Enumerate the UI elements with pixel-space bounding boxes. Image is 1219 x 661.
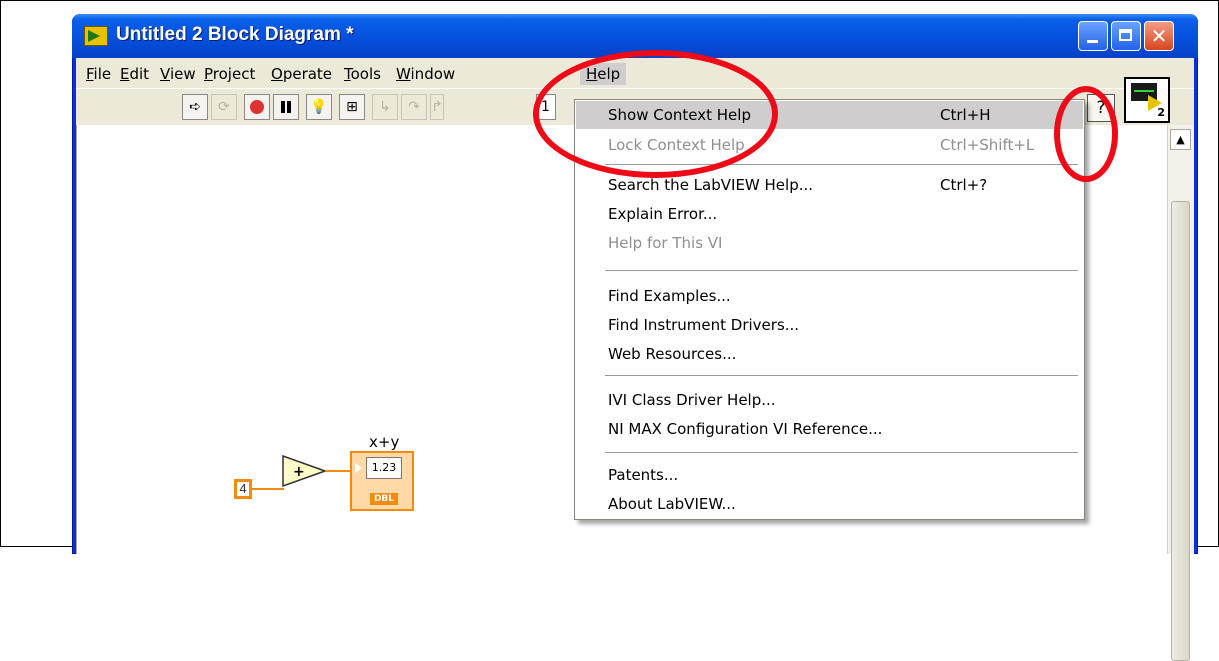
menu-separator — [605, 375, 1078, 376]
menu-item-help-for-this-vi[interactable]: Help for This VI — [576, 229, 1083, 257]
menu-item-find-instrument-drivers[interactable]: Find Instrument Drivers... — [576, 311, 1083, 339]
menu-item-label: Web Resources... — [608, 345, 737, 363]
lightbulb-icon: 💡 — [310, 99, 328, 115]
run-continuously-button[interactable]: ⟳ — [211, 94, 237, 120]
menu-operate[interactable]: Operate — [271, 65, 332, 83]
step-out-icon: ↱ — [431, 99, 443, 115]
add-function-node[interactable]: + — [282, 455, 326, 487]
indicator-value: 1.23 — [366, 457, 402, 479]
maximize-icon — [1119, 29, 1132, 41]
menu-item-patents[interactable]: Patents... — [576, 461, 1083, 489]
menu-project[interactable]: Project — [204, 65, 255, 83]
indicator-type-badge: DBL — [370, 493, 398, 505]
vertical-scrollbar[interactable]: ▲ — [1167, 125, 1194, 661]
numeric-constant[interactable]: 4 — [234, 479, 252, 499]
menu-item-explain-error[interactable]: Explain Error... — [576, 200, 1083, 228]
retain-wire-values-button[interactable]: ⊞ — [339, 94, 365, 120]
menu-item-label: Help for This VI — [608, 234, 723, 252]
menu-separator — [605, 452, 1078, 453]
minimize-button[interactable] — [1078, 21, 1108, 51]
run-continuously-icon: ⟳ — [218, 99, 230, 115]
wire-add-to-indicator[interactable] — [325, 470, 351, 472]
add-symbol: + — [293, 464, 305, 480]
pause-button[interactable] — [273, 94, 299, 120]
numeric-indicator-terminal[interactable]: 1.23 DBL — [350, 451, 414, 511]
step-out-button[interactable]: ↱ — [430, 94, 444, 120]
probe-icon: ⊞ — [346, 99, 358, 115]
menu-item-ivi-class-driver-help[interactable]: IVI Class Driver Help... — [576, 386, 1083, 414]
annotation-circle-help-button — [1054, 86, 1118, 182]
wire-constant-to-add[interactable] — [252, 488, 284, 490]
menu-item-shortcut: Ctrl+H — [940, 106, 991, 124]
step-over-icon: ↷ — [408, 99, 420, 115]
menu-item-label: Find Examples... — [608, 287, 731, 305]
close-button[interactable]: ✕ — [1144, 21, 1174, 51]
abort-button[interactable] — [244, 94, 270, 120]
menu-item-label: Explain Error... — [608, 205, 718, 223]
close-icon: ✕ — [1150, 24, 1168, 48]
menu-item-shortcut: Ctrl+? — [940, 176, 988, 194]
indicator-input-arrow-icon — [355, 463, 362, 473]
window-title: Untitled 2 Block Diagram * — [116, 24, 354, 45]
menu-item-label: Patents... — [608, 466, 679, 484]
highlight-execution-button[interactable]: 💡 — [306, 94, 332, 120]
scroll-thumb[interactable] — [1171, 201, 1190, 661]
vi-icon[interactable]: 2 — [1124, 77, 1170, 123]
menu-item-label: NI MAX Configuration VI Reference... — [608, 420, 883, 438]
maximize-button[interactable] — [1111, 21, 1141, 51]
indicator-label: x+y — [369, 433, 400, 451]
run-button[interactable]: ➪ — [182, 94, 208, 120]
menu-window[interactable]: Window — [396, 65, 455, 83]
menu-item-label: About LabVIEW... — [608, 495, 736, 513]
annotation-circle-help-menu — [533, 50, 778, 178]
menu-item-web-resources[interactable]: Web Resources... — [576, 340, 1083, 368]
menu-view[interactable]: View — [160, 65, 196, 83]
minimize-icon — [1087, 40, 1098, 43]
labview-app-icon — [84, 26, 108, 46]
menu-item-ni-max-config-vi-reference[interactable]: NI MAX Configuration VI Reference... — [576, 415, 1083, 443]
menu-tools[interactable]: Tools — [344, 65, 381, 83]
pause-icon — [281, 101, 291, 113]
menu-item-find-examples[interactable]: Find Examples... — [576, 282, 1083, 310]
menu-separator — [605, 270, 1078, 271]
step-into-button[interactable]: ↳ — [372, 94, 398, 120]
vi-icon-number: 2 — [1157, 106, 1165, 119]
menu-item-label: Find Instrument Drivers... — [608, 316, 800, 334]
abort-icon — [250, 100, 264, 114]
menu-item-label: Search the LabVIEW Help... — [608, 176, 814, 194]
run-arrow-icon: ➪ — [189, 99, 201, 115]
step-over-button[interactable]: ↷ — [401, 94, 427, 120]
scroll-up-arrow-icon[interactable]: ▲ — [1170, 129, 1191, 150]
menu-file[interactable]: File — [86, 65, 111, 83]
menu-item-shortcut: Ctrl+Shift+L — [940, 136, 1035, 154]
menu-item-about-labview[interactable]: About LabVIEW... — [576, 490, 1083, 518]
menu-edit[interactable]: Edit — [120, 65, 149, 83]
menu-item-label: IVI Class Driver Help... — [608, 391, 776, 409]
step-into-icon: ↳ — [379, 99, 391, 115]
